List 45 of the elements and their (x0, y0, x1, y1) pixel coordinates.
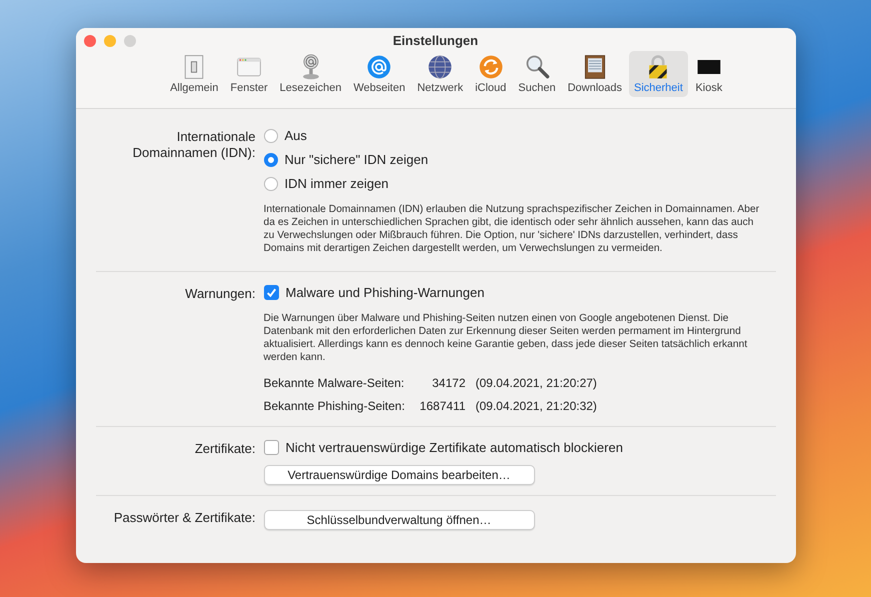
checkbox-option[interactable]: Malware und Phishing-Warnungen (264, 282, 774, 303)
section-label: Warnungen: (184, 285, 256, 303)
stat-label: Bekannte Phishing-Seiten: (264, 399, 406, 413)
section-label: Zertifikate: (194, 440, 256, 458)
at-sign-icon (365, 53, 394, 81)
stat-label: Bekannte Malware-Seiten: (264, 376, 406, 390)
toolbar-tab[interactable]: Allgemein (165, 51, 224, 97)
radio-option[interactable]: Nur "sichere" IDN zeigen (264, 149, 774, 170)
toolbar-tab[interactable]: iCloud (470, 51, 512, 97)
section-label: Passwörter & Zertifikate: (112, 509, 256, 527)
radio-button[interactable] (264, 128, 278, 142)
radio-label: IDN immer zeigen (284, 176, 389, 191)
checkbox-option[interactable]: Nicht vertrauenswürdige Zertifikate automatisch blockieren (264, 437, 774, 458)
push-button[interactable]: Schlüsselbundverwaltung öffnen… (264, 510, 534, 530)
window-title: Einstellungen (392, 32, 478, 48)
toolbar-tab[interactable]: Kiosk (690, 51, 728, 97)
stat-count: 34172 (431, 376, 466, 390)
radio-option[interactable]: IDN immer zeigen (264, 173, 774, 194)
checkbox[interactable] (264, 285, 278, 300)
radio-option[interactable]: Aus (264, 125, 774, 146)
toolbar-tab[interactable]: Fenster (225, 51, 273, 97)
minimize-button[interactable] (104, 35, 116, 47)
radio-label: Nur "sichere" IDN zeigen (284, 152, 428, 167)
toolbar-tab[interactable]: Webseiten (348, 51, 410, 97)
checkbox-label: Nicht vertrauenswürdige Zertifikate automatisch blockieren (286, 440, 623, 455)
stat-date: (09.04.2021, 21:20:32) (476, 399, 597, 413)
globe-icon (426, 53, 454, 81)
toolbar-tab[interactable]: Netzwerk (412, 51, 468, 97)
toolbar-tab[interactable]: Downloads (562, 51, 627, 97)
stat-count: 1687411 (418, 399, 466, 413)
radio-button[interactable] (264, 152, 278, 166)
description-text: Internationale Domainnamen (IDN) erlauben die Nutzung sprachspezifischer Zeichen in Domainnamen. Aber da es Zeichen in unterschiedlichen Sprachen gibt, die identisch oder sehr ähnlich aussehen, kann das auch zu Verwechslungen oder Mißbrauch führen. Die Option, nur 'sichere' IDNs darzustellen, verhindert, dass Domains mit derartigen Zeichen dargestellt werden, um Verwechslungen zu vermeiden. (264, 203, 760, 255)
close-button[interactable] (84, 35, 96, 47)
section-label: Internationale Domainnamen (IDN): (132, 128, 256, 162)
radio-button[interactable] (264, 176, 278, 190)
checkbox[interactable] (264, 440, 278, 455)
push-button[interactable]: Vertrauenswürdige Domains bearbeiten… (264, 465, 534, 485)
description-text: Die Warnungen über Malware und Phishing-Seiten nutzen einen von Google angebotenen Dienst. Die Datenbank mit den erforderlichen Daten zur Erkennung dieser Seiten werden permament im Hintergrund aktualisiert. Allerdings kann es dennoch keine Garantie geben, dass jede dieser Seiten tatsächlich erkannt werden kann. (264, 312, 748, 364)
radio-label: Aus (284, 128, 307, 143)
zoom-button[interactable] (124, 35, 136, 47)
stat-date: (09.04.2021, 21:20:27) (476, 376, 597, 390)
checkbox-label: Malware und Phishing-Warnungen (286, 285, 484, 300)
sync-icon (476, 53, 505, 81)
toolbar-tab[interactable]: Lesezeichen (274, 51, 346, 97)
toolbar-tab[interactable]: Suchen (513, 51, 561, 97)
